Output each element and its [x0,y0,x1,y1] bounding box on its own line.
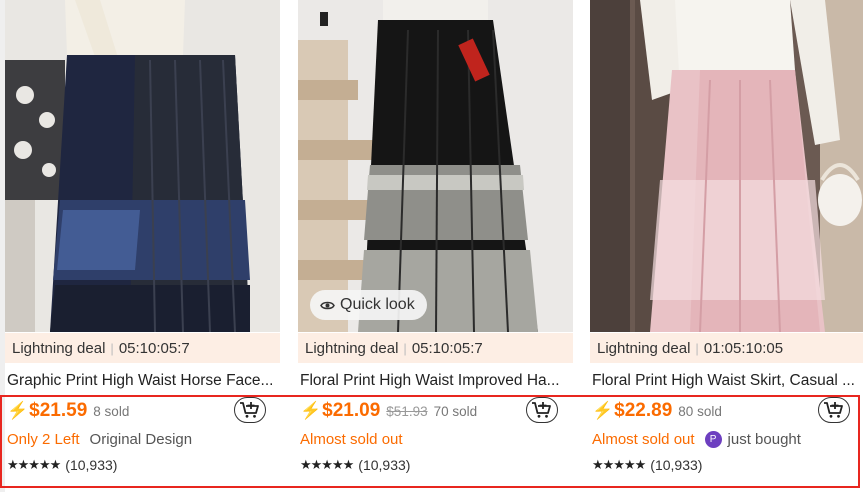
product-image-2[interactable] [298,0,573,332]
price-row: ⚡ $21.09 $51.93 70 sold [300,400,477,426]
sale-price: $21.09 [322,400,381,421]
lightning-icon: ⚡ [7,401,29,420]
original-price: $51.93 [386,404,428,419]
deal-timer: 05:10:05:7 [118,339,190,357]
add-to-cart-icon [240,402,259,418]
lightning-deal-bar: Lightning deal | 05:10:05:7 [5,333,280,363]
lightning-icon: ⚡ [300,401,322,420]
feature-tag: Original Design [89,431,193,448]
review-count: (10,933) [650,457,703,473]
deal-timer: 05:10:05:7 [411,339,483,357]
tag-row: Almost sold out P just bought [592,431,801,448]
lightning-deal-bar: Lightning deal | 01:05:10:05 [590,333,863,363]
eye-icon [320,300,335,311]
add-to-cart-button[interactable] [234,397,266,423]
stock-urgency: Almost sold out [592,431,695,448]
just-bought-label: just bought [727,431,801,448]
tag-row: Only 2 Left Original Design [7,431,192,448]
sold-count: 80 sold [678,404,722,419]
sale-price: $22.89 [614,400,673,421]
deal-label: Lightning deal [12,339,106,357]
rating-row[interactable]: ★★★★★ (10,933) [300,457,410,473]
deal-separator: | [695,340,699,356]
buyer-avatar: P [704,431,722,448]
add-to-cart-button[interactable] [818,397,850,423]
tag-row: Almost sold out [300,431,403,448]
sold-count: 8 sold [93,404,130,419]
star-icon: ★★★★★ [7,457,61,472]
price-row: ⚡ $22.89 80 sold [592,400,722,426]
deal-separator: | [403,340,407,356]
star-icon: ★★★★★ [300,457,354,472]
lightning-icon: ⚡ [592,401,614,420]
review-count: (10,933) [358,457,411,473]
rating-row[interactable]: ★★★★★ (10,933) [592,457,702,473]
rating-row[interactable]: ★★★★★ (10,933) [7,457,117,473]
review-count: (10,933) [65,457,118,473]
product-card-3[interactable]: Lightning deal | 01:05:10:05 Floral Prin… [590,0,863,492]
sold-count: 70 sold [433,404,478,419]
product-title[interactable]: Graphic Print High Waist Horse Face... [7,372,281,390]
deal-separator: | [110,340,114,356]
product-title[interactable]: Floral Print High Waist Improved Ha... [300,372,574,390]
deal-label: Lightning deal [597,339,691,357]
add-to-cart-icon [824,402,843,418]
product-title[interactable]: Floral Print High Waist Skirt, Casual ..… [592,372,865,390]
deal-label: Lightning deal [305,339,399,357]
quick-look-button[interactable]: Quick look [310,290,427,320]
price-row: ⚡ $21.59 8 sold [7,400,129,426]
add-to-cart-icon [532,402,551,418]
add-to-cart-button[interactable] [526,397,558,423]
deal-timer: 01:05:10:05 [703,339,784,357]
quick-look-label: Quick look [340,296,415,313]
product-card-2[interactable]: Quick look Lightning deal | 05:10:05:7 F… [298,0,573,492]
sale-price: $21.59 [29,400,88,421]
stock-urgency: Only 2 Left [7,431,80,448]
product-image-3[interactable] [590,0,863,332]
product-image-1[interactable] [5,0,280,332]
star-icon: ★★★★★ [592,457,646,472]
lightning-deal-bar: Lightning deal | 05:10:05:7 [298,333,573,363]
product-card-1[interactable]: Lightning deal | 05:10:05:7 Graphic Prin… [5,0,280,492]
stock-urgency: Almost sold out [300,431,403,448]
